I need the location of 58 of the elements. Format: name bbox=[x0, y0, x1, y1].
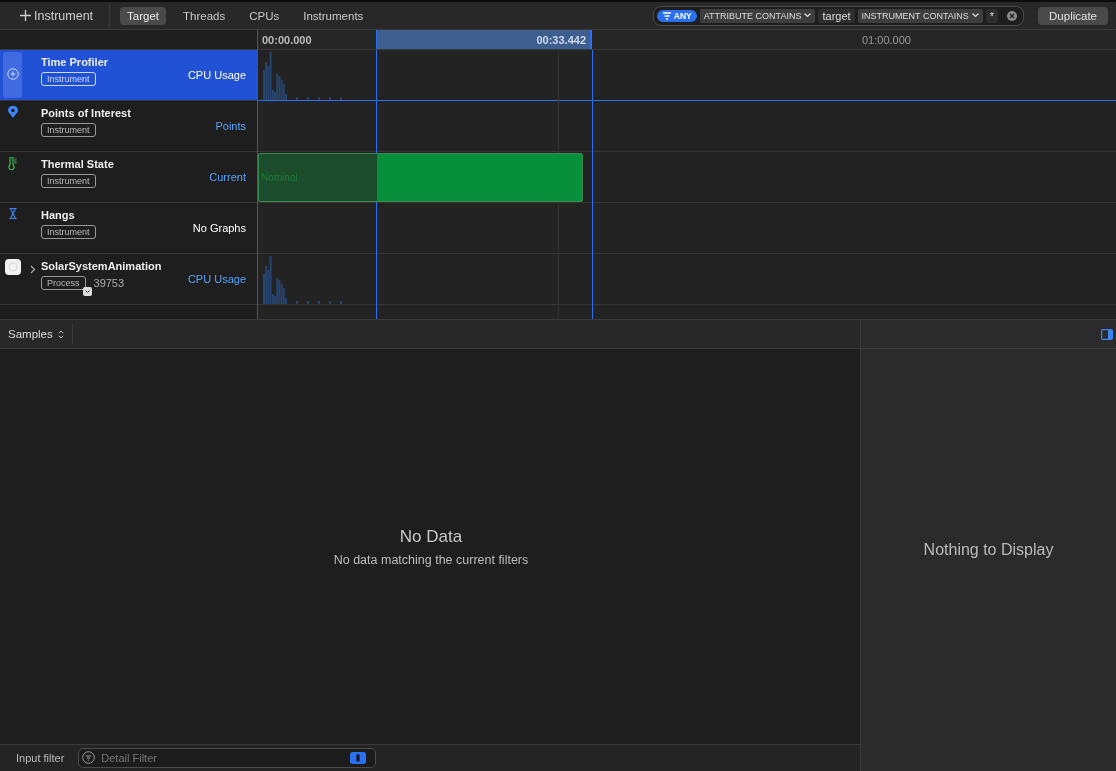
filter-icon bbox=[82, 751, 96, 764]
scope-tab[interactable]: Target bbox=[120, 6, 167, 25]
track-type-tag: Instrument bbox=[41, 72, 96, 86]
track-header[interactable]: Time Profiler Instrument CPU Usage bbox=[0, 50, 257, 101]
track-type-tag: Instrument bbox=[41, 123, 96, 137]
hourglass-icon bbox=[8, 208, 17, 219]
chevron-down-icon bbox=[971, 13, 979, 18]
process-id: 39753 bbox=[93, 277, 125, 289]
disclosure-chevron-icon[interactable] bbox=[30, 265, 36, 274]
filter-icon bbox=[661, 11, 672, 20]
ruler-time: 00:00.000 bbox=[262, 34, 312, 46]
empty-message: No data matching the current filters bbox=[333, 552, 529, 567]
scope-tab[interactable]: Threads bbox=[176, 6, 233, 25]
track-header[interactable]: SolarSystemAnimation Process 39753 CPU Usage bbox=[0, 254, 257, 305]
location-pin-icon bbox=[7, 106, 18, 118]
any-filter-button[interactable]: ANY bbox=[656, 9, 697, 22]
track-type-tag: Instrument bbox=[41, 225, 96, 239]
inspection-range[interactable]: 00:33.442 bbox=[376, 30, 592, 49]
track-name: SolarSystemAnimation bbox=[41, 260, 163, 272]
track-type-tag: Instrument bbox=[41, 174, 96, 188]
track-header[interactable]: Points of Interest Instrument Points bbox=[0, 101, 257, 152]
detail-filter-field[interactable]: Detail Filter bbox=[78, 748, 377, 768]
track-type-tag: Process bbox=[41, 276, 86, 290]
plus-circle-icon bbox=[6, 68, 19, 80]
filter-attribute-menu[interactable]: INSTRUMENT CONTAINS bbox=[857, 8, 983, 23]
scope-tab[interactable]: CPUs bbox=[242, 6, 287, 25]
filter-toggle-icon[interactable] bbox=[350, 752, 367, 764]
inspector-empty-message: Nothing to Display bbox=[923, 541, 1054, 559]
empty-title: No Data bbox=[399, 526, 463, 547]
dropdown-badge-icon[interactable] bbox=[82, 287, 92, 296]
filter-value[interactable]: target bbox=[818, 8, 855, 23]
ruler-time: 01:00.000 bbox=[862, 34, 911, 46]
track-name: Time Profiler bbox=[41, 56, 110, 68]
sidebar-toggle-icon[interactable] bbox=[1101, 328, 1113, 340]
input-filter-label: Input filter bbox=[16, 752, 65, 764]
track-header[interactable]: Thermal State Instrument Current bbox=[0, 152, 257, 203]
add-instrument-button[interactable]: Instrument bbox=[14, 6, 100, 25]
track-header[interactable]: Hangs Instrument No Graphs bbox=[0, 203, 257, 254]
track-name: Hangs bbox=[41, 209, 76, 221]
graph-menu[interactable]: CPU Usage bbox=[187, 69, 246, 81]
track-name: Thermal State bbox=[41, 158, 115, 170]
graph-menu[interactable]: Current bbox=[209, 171, 246, 183]
view-menu[interactable]: Samples bbox=[8, 328, 64, 340]
track-name: Points of Interest bbox=[41, 107, 132, 119]
chevron-down-icon bbox=[804, 13, 812, 18]
duplicate-button[interactable]: Duplicate bbox=[1038, 6, 1108, 25]
selection-end-time: 00:33.442 bbox=[536, 34, 586, 46]
graph-menu[interactable]: CPU Usage bbox=[187, 273, 246, 285]
up-down-chevron-icon bbox=[57, 329, 64, 339]
filter-attribute-menu[interactable]: ATTRIBUTE CONTAINS bbox=[699, 8, 816, 23]
app-icon bbox=[4, 259, 21, 275]
plus-icon bbox=[20, 10, 31, 21]
clear-icon[interactable] bbox=[1007, 10, 1018, 21]
graph-menu[interactable]: Points bbox=[215, 120, 246, 132]
graph-menu[interactable]: No Graphs bbox=[192, 222, 246, 234]
scope-tab[interactable]: Instruments bbox=[296, 6, 371, 25]
thermometer-icon bbox=[8, 157, 17, 170]
filter-value[interactable]: * bbox=[985, 8, 999, 23]
